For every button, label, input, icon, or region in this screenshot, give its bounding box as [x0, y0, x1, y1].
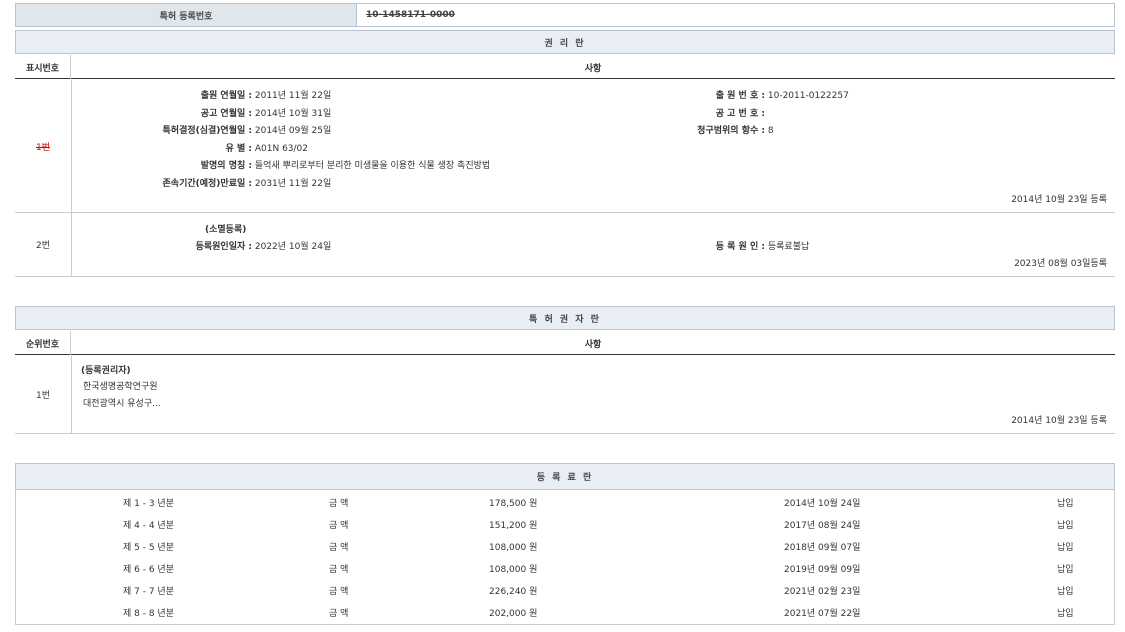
cause-date: 2022년 10월 24일 — [255, 242, 331, 252]
extinction-note: (소멸등록) — [205, 222, 246, 235]
application-number: 10-2011-0122257 — [768, 91, 849, 101]
rights-section-title: 권 리 란 — [15, 30, 1115, 54]
rights-column-header: 표시번호 사항 — [15, 55, 1115, 79]
decision-date: 2014년 09월 25일 — [255, 126, 331, 136]
rights-row-2-reg-date: 2023년 08월 03일등록 — [1014, 256, 1107, 269]
owner-row-1-num: 1번 — [15, 356, 72, 433]
fee-table: 제 1 - 3 년분 금 액 178,500 원 2014년 10월 24일 납… — [15, 489, 1115, 625]
owner-column-header: 순위번호 사항 — [15, 331, 1115, 355]
filing-date: 2011년 11월 22일 — [255, 91, 331, 101]
invention-title: 들억새 뿌리로부터 분리한 미생물을 이용한 식물 생장 촉진방법 — [255, 161, 490, 171]
fee-date: 2014년 10월 24일 — [784, 496, 860, 509]
fee-amount: 202,000 원 — [489, 606, 537, 619]
fee-section-title: 등 록 료 란 — [15, 463, 1115, 490]
fee-period: 제 4 - 4 년분 — [123, 518, 174, 531]
fee-amount-label: 금 액 — [329, 606, 348, 619]
fee-amount-label: 금 액 — [329, 496, 348, 509]
fee-status: 납입 — [1057, 584, 1074, 597]
fee-amount: 108,000 원 — [489, 562, 537, 575]
fee-date: 2021년 07월 22일 — [784, 606, 860, 619]
fee-row: 제 5 - 5 년분 금 액 108,000 원 2018년 09월 07일 납… — [16, 536, 1116, 558]
fee-amount: 151,200 원 — [489, 518, 537, 531]
fee-period: 제 5 - 5 년분 — [123, 540, 174, 553]
owner-name: 한국생명공학연구원 — [83, 379, 158, 392]
patent-number-header: 특허 등록번호 10-1458171-0000 — [15, 3, 1115, 27]
fee-date: 2021년 02월 23일 — [784, 584, 860, 597]
fee-amount-label: 금 액 — [329, 518, 348, 531]
fee-status: 납입 — [1057, 540, 1074, 553]
patent-number-label: 특허 등록번호 — [16, 4, 357, 26]
owner-col-num: 순위번호 — [15, 331, 71, 355]
fee-status: 납입 — [1057, 606, 1074, 619]
fee-date: 2017년 08월 24일 — [784, 518, 860, 531]
publication-date: 2014년 10월 31일 — [255, 109, 331, 119]
expiry-date: 2031년 11월 22일 — [255, 179, 331, 189]
rights-col-num: 표시번호 — [15, 55, 71, 79]
fee-period: 제 7 - 7 년분 — [123, 584, 174, 597]
fee-amount: 178,500 원 — [489, 496, 537, 509]
fee-amount-label: 금 액 — [329, 584, 348, 597]
rights-col-matter: 사항 — [71, 55, 1115, 79]
rights-row-1: 1번 출원 연월일 : 2011년 11월 22일 공고 연월일 : 2014년… — [15, 80, 1115, 213]
fee-amount-label: 금 액 — [329, 540, 348, 553]
fee-date: 2019년 09월 09일 — [784, 562, 860, 575]
fee-period: 제 8 - 8 년분 — [123, 606, 174, 619]
fee-status: 납입 — [1057, 518, 1074, 531]
fee-period: 제 1 - 3 년분 — [123, 496, 174, 509]
owner-col-matter: 사항 — [71, 331, 1115, 355]
fee-period: 제 6 - 6 년분 — [123, 562, 174, 575]
rights-row-1-reg-date: 2014년 10월 23일 등록 — [1011, 192, 1107, 205]
fee-row: 제 7 - 7 년분 금 액 226,240 원 2021년 02월 23일 납… — [16, 580, 1116, 602]
fee-amount: 108,000 원 — [489, 540, 537, 553]
claims-count: 8 — [768, 126, 774, 136]
registration-cause: 등록료불납 — [768, 242, 809, 252]
patent-number-value: 10-1458171-0000 — [366, 4, 455, 26]
classification: A01N 63/02 — [255, 144, 308, 154]
owner-section-title: 특 허 권 자 란 — [15, 306, 1115, 330]
owner-address: 대전광역시 유성구... — [83, 396, 161, 409]
fee-row: 제 4 - 4 년분 금 액 151,200 원 2017년 08월 24일 납… — [16, 514, 1116, 536]
rights-row-1-num: 1번 — [15, 80, 72, 212]
fee-amount: 226,240 원 — [489, 584, 537, 597]
fee-row: 제 6 - 6 년분 금 액 108,000 원 2019년 09월 09일 납… — [16, 558, 1116, 580]
fee-status: 납입 — [1057, 496, 1074, 509]
rights-row-2: 2번 (소멸등록) 등록원인일자 : 2022년 10월 24일 등 록 원 인… — [15, 213, 1115, 277]
fee-amount-label: 금 액 — [329, 562, 348, 575]
fee-row: 제 1 - 3 년분 금 액 178,500 원 2014년 10월 24일 납… — [16, 492, 1116, 514]
owner-row-1-reg-date: 2014년 10월 23일 등록 — [1011, 413, 1107, 426]
fee-row: 제 8 - 8 년분 금 액 202,000 원 2021년 07월 22일 납… — [16, 602, 1116, 624]
owner-row-1: 1번 (등록권리자) 한국생명공학연구원 대전광역시 유성구... 2014년 … — [15, 356, 1115, 434]
fee-date: 2018년 09월 07일 — [784, 540, 860, 553]
rights-row-2-num: 2번 — [15, 213, 72, 276]
owner-role: (등록권리자) — [81, 363, 131, 376]
fee-status: 납입 — [1057, 562, 1074, 575]
